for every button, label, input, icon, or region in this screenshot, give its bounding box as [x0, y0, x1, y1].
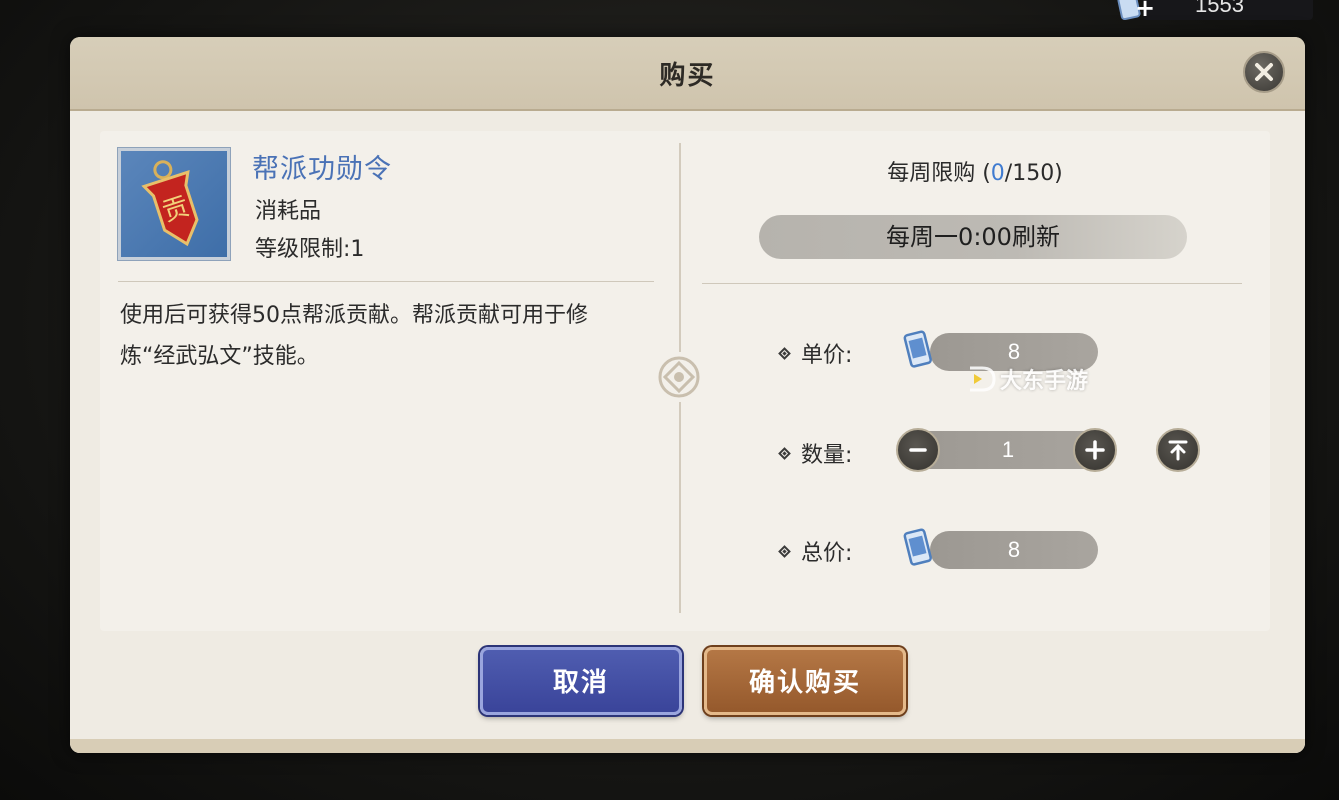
dialog-footer [70, 739, 1305, 753]
weekly-total: /150) [1004, 161, 1063, 186]
decrease-quantity-button[interactable] [896, 428, 940, 472]
dialog-title: 购买 [659, 61, 716, 91]
close-icon [1255, 63, 1273, 81]
quantity-value[interactable]: 1 [1002, 437, 1014, 462]
total-price-pill: 8 [930, 531, 1098, 569]
watermark: 大东手游 [966, 363, 1088, 395]
weekly-used-count: 0 [990, 161, 1005, 186]
unit-price-value: 8 [1007, 339, 1021, 364]
purchase-dialog: 购买 贡 帮派功勋令 消耗品 等级限制:1 使用后可获得50点帮派贡献。帮派贡献… [70, 37, 1305, 753]
weekly-limit-label: 每周限购 ( [887, 161, 991, 186]
confirm-purchase-button[interactable]: 确认购买 [704, 647, 906, 715]
item-name: 帮派功勋令 [252, 154, 392, 185]
currency-amount: 1553 [1195, 0, 1244, 17]
close-button[interactable] [1243, 51, 1285, 93]
max-arrow-icon [1168, 440, 1188, 461]
cancel-button[interactable]: 取消 [480, 647, 682, 715]
weekly-limit: 每周限购 (0/150) [700, 155, 1250, 187]
divider [118, 281, 654, 282]
quantity-row-label: 数量: [778, 437, 853, 469]
total-price-label: 总价: [801, 541, 853, 566]
plus-icon [1085, 440, 1105, 460]
dialog-body: 贡 帮派功勋令 消耗品 等级限制:1 使用后可获得50点帮派贡献。帮派贡献可用于… [70, 111, 1305, 753]
item-icon: 贡 [117, 147, 231, 261]
item-description: 使用后可获得50点帮派贡献。帮派贡献可用于修炼“经武弘文”技能。 [120, 303, 588, 369]
unit-price-label: 单价: [801, 343, 853, 368]
total-price-value: 8 [1007, 537, 1021, 562]
bullet-icon [778, 544, 791, 558]
watermark-logo-icon [970, 366, 996, 392]
quantity-label: 数量: [801, 443, 853, 468]
unit-price-row-label: 单价: [778, 337, 853, 369]
item-level-requirement: 等级限制:1 [255, 237, 365, 262]
currency-bar: + 1553 [1117, 0, 1313, 21]
add-currency-button[interactable]: + [1135, 0, 1155, 20]
dialog-header: 购买 [70, 37, 1305, 111]
minus-icon [909, 448, 927, 452]
refresh-time-bar: 每周一0:00刷新 [759, 215, 1187, 259]
increase-quantity-button[interactable] [1073, 428, 1117, 472]
bullet-icon [778, 346, 791, 360]
divider [702, 283, 1242, 284]
token-icon: 贡 [141, 160, 199, 247]
coupon-ticket-icon [900, 329, 936, 375]
watermark-text: 大东手游 [1000, 369, 1089, 394]
ornament-icon [654, 352, 704, 402]
max-quantity-button[interactable] [1156, 428, 1200, 472]
total-price-row-label: 总价: [778, 535, 853, 567]
item-type: 消耗品 [255, 199, 322, 224]
bullet-icon [778, 446, 791, 460]
coupon-ticket-icon [900, 527, 936, 573]
content-panel: 贡 帮派功勋令 消耗品 等级限制:1 使用后可获得50点帮派贡献。帮派贡献可用于… [100, 131, 1270, 631]
